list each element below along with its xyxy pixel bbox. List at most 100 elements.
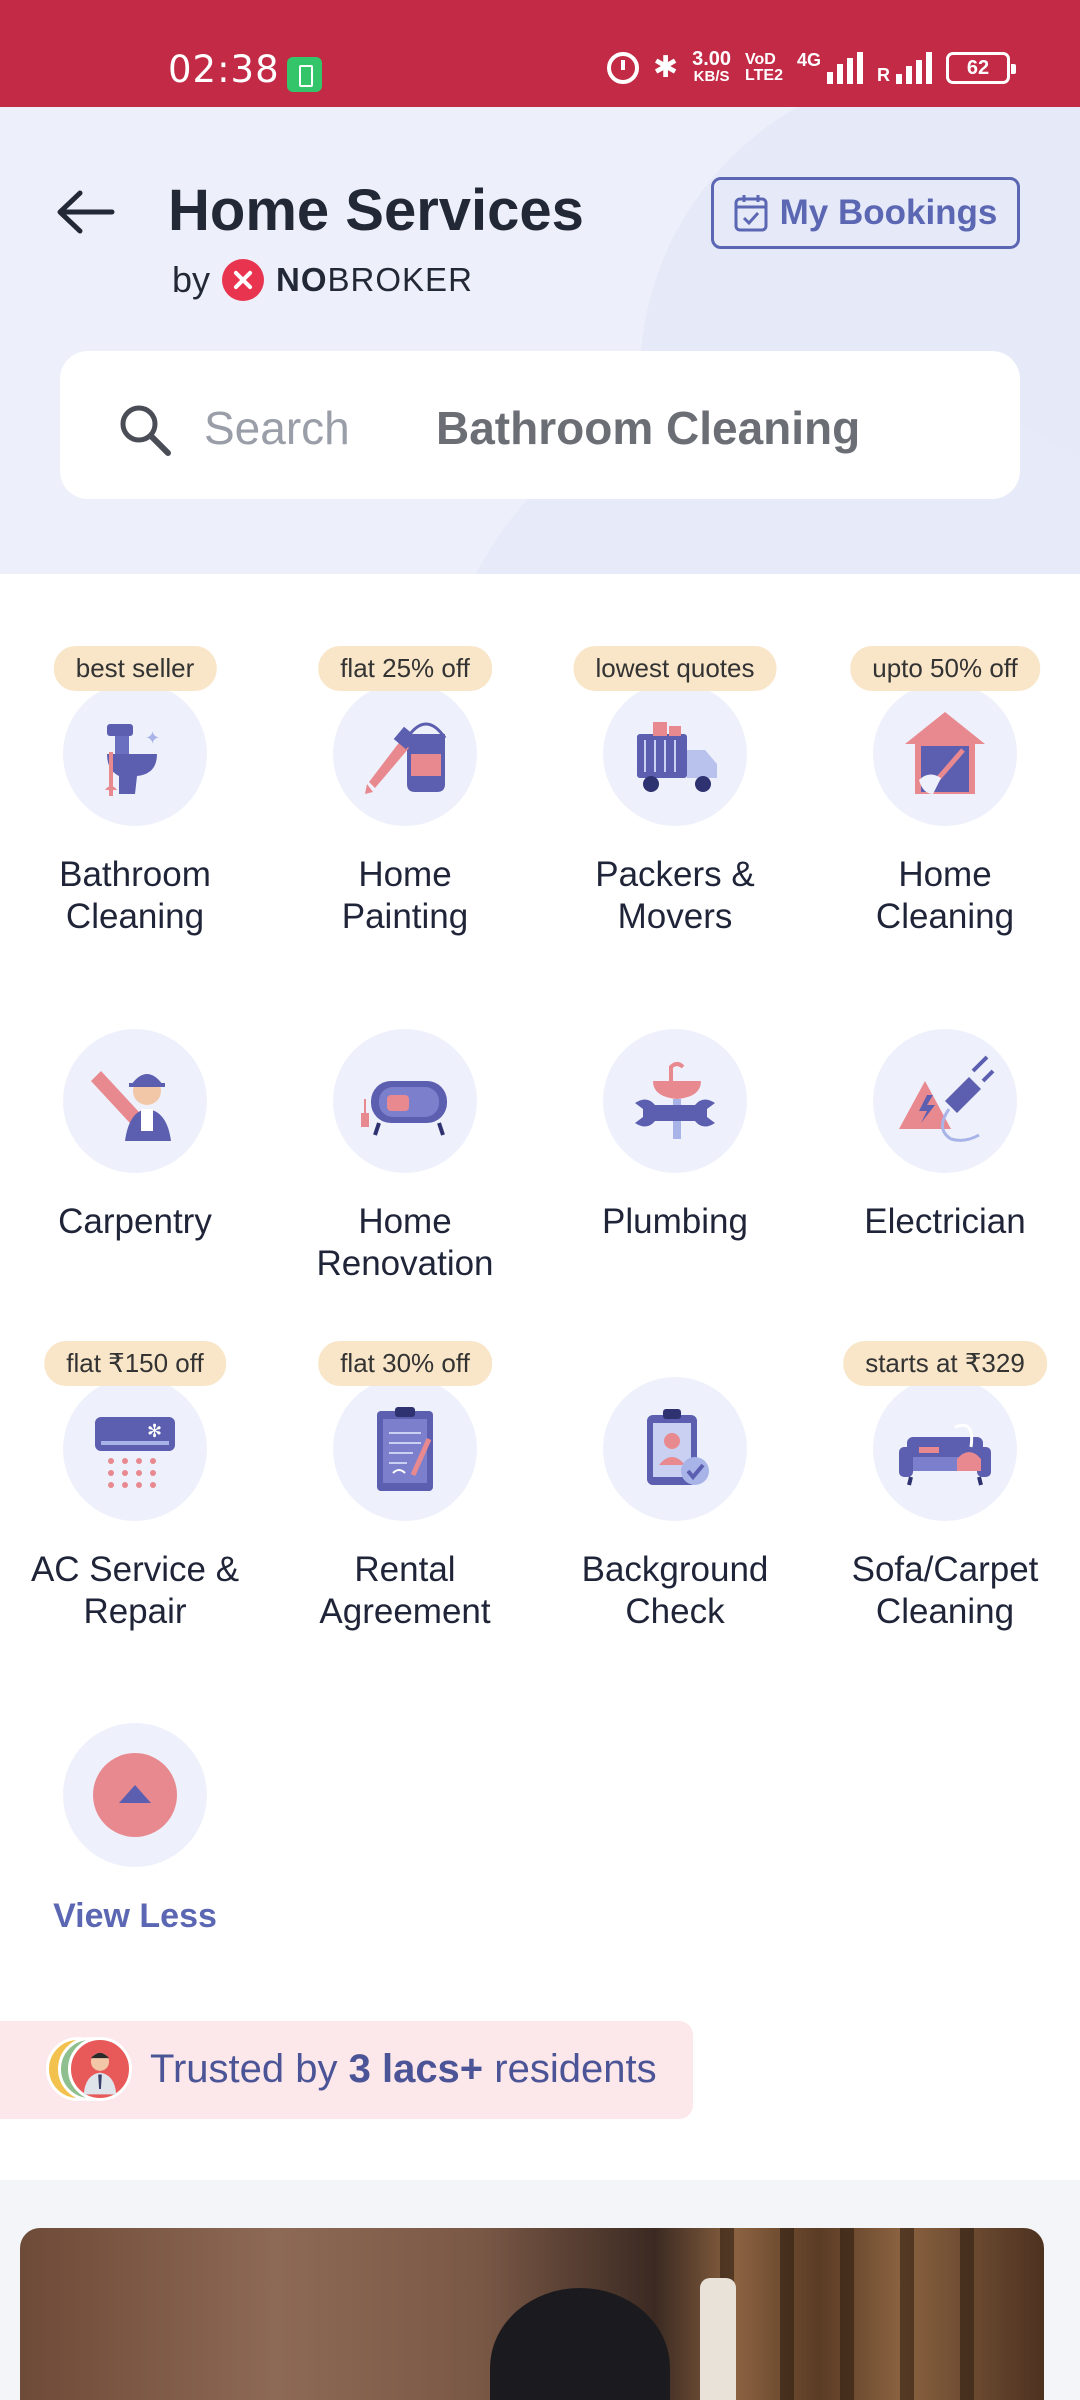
trust-banner: Trusted by 3 lacs+ residents [0,2021,693,2119]
byline-by: by [172,259,211,300]
service-badge: flat 30% off [318,1341,492,1386]
electric-plug-icon [899,1055,995,1142]
bluetooth-icon: ✱ [652,51,679,84]
service-label: Packers & Movers [540,854,810,938]
network-speed: 3.00 KB/S [692,48,732,86]
service-label-line2: Painting [341,897,469,936]
roaming-indicator: R [877,65,890,85]
photo-detail [840,2228,854,2400]
service-badge: flat ₹150 off [44,1341,226,1386]
service-label: Home Cleaning [810,854,1080,938]
photo-detail [960,2228,974,2400]
service-icon-circle [873,1029,1017,1173]
svg-text:✻: ✻ [147,1421,162,1442]
alarm-icon [606,52,639,84]
trust-text: Trusted by 3 lacs+ residents [150,2047,657,2092]
volte-top: VoD [745,51,776,68]
service-icon-circle: ✦ [63,682,207,826]
service-label: Rental Agreement [270,1549,540,1633]
service-badge: starts at ₹329 [843,1341,1047,1386]
service-icon-circle [603,1377,747,1521]
trust-highlight: 3 lacs+ [348,2047,484,2091]
service-label-line1: Home [898,855,992,894]
service-badge: lowest quotes [573,646,777,691]
service-label-line1: Packers & [595,855,755,894]
promo-photo-banner[interactable] [20,2228,1044,2400]
service-icon-circle [333,682,477,826]
status-time: 02:38 [168,48,280,91]
truck-icon [637,722,717,792]
brand-name: NOBROKER [276,261,473,299]
view-less-circle [63,1723,207,1867]
service-label-line1: Home [358,855,452,894]
service-label-line1: Carpentry [58,1202,212,1241]
service-label-line2: Renovation [316,1244,494,1283]
service-badge: best seller [53,646,217,691]
service-label: Background Check [540,1549,810,1633]
service-icon-circle [603,682,747,826]
photo-detail [780,2228,794,2400]
photo-bottle [700,2278,736,2400]
service-label-line1: Background [581,1550,769,1589]
service-badge: upto 50% off [850,646,1040,691]
service-label-line1: Rental [354,1550,456,1589]
service-label: Electrician [810,1201,1080,1243]
service-label-line2: Cleaning [65,897,205,936]
service-icon-circle [603,1029,747,1173]
service-icon-circle [333,1029,477,1173]
service-label-line1: Electrician [864,1202,1026,1241]
service-label-line2: Repair [83,1592,187,1631]
calendar-check-icon [734,195,768,232]
service-label: Sofa/Carpet Cleaning [810,1549,1080,1633]
avatar [68,2037,132,2101]
service-label-line2: Cleaning [875,1592,1015,1631]
service-label-line1: AC Service & [30,1550,240,1589]
sofa-renovation-icon [361,1081,447,1136]
status-icons: ✱ 3.00 KB/S VoD LTE2 4G R 62 [606,48,1016,86]
status-bar: 02:38 ✱ 3.00 KB/S VoD LTE2 4G R 62 [0,0,1080,107]
search-bar[interactable]: Search Bathroom Cleaning [60,351,1020,499]
network-speed-value: 3.00 [692,48,732,70]
signal-icon [827,52,863,84]
service-label-line2: Agreement [319,1592,491,1631]
carpenter-icon [91,1071,171,1141]
brand-rest: BROKER [327,261,473,298]
service-icon-circle [873,1377,1017,1521]
avatar-stack [46,2037,136,2103]
service-label-line2: Cleaning [875,897,1015,936]
service-label-line1: Plumbing [602,1202,748,1241]
search-icon [120,405,171,456]
service-label: Home Renovation [270,1201,540,1285]
view-less-label[interactable]: View Less [0,1897,270,1936]
wrench-sink-icon [635,1062,715,1139]
air-conditioner-icon: ✻ [95,1417,175,1488]
my-bookings-button[interactable]: My Bookings [711,177,1020,249]
brand-bold: NO [276,261,328,298]
service-label-line1: Sofa/Carpet [851,1550,1039,1589]
photo-person [490,2288,670,2400]
service-label: Plumbing [540,1201,810,1243]
service-badge: flat 25% off [318,646,492,691]
trust-suffix: residents [483,2047,657,2091]
trust-prefix: Trusted by [150,2047,349,2091]
agreement-document-icon [377,1407,433,1491]
chevron-up-icon [93,1753,177,1837]
signal-icon-2 [896,52,932,84]
search-label: Search [204,402,350,454]
battery-level: 62 [966,56,990,79]
battery-icon: 62 [946,52,1016,84]
service-label: Bathroom Cleaning [0,854,270,938]
my-bookings-label: My Bookings [779,193,998,232]
service-icon-circle [63,1029,207,1173]
back-arrow-icon[interactable] [52,179,118,245]
service-label: Home Painting [270,854,540,938]
paint-bucket-icon [365,722,447,794]
toilet-icon: ✦ [105,724,160,796]
nobroker-logo-icon [222,259,265,301]
network-speed-unit: KB/S [693,68,730,85]
service-label: Carpentry [0,1201,270,1243]
photo-detail [900,2228,914,2400]
service-icon-circle [333,1377,477,1521]
svg-text:✦: ✦ [145,728,160,749]
header: Home Services by NOBROKER My Bookings Se… [0,107,1080,574]
